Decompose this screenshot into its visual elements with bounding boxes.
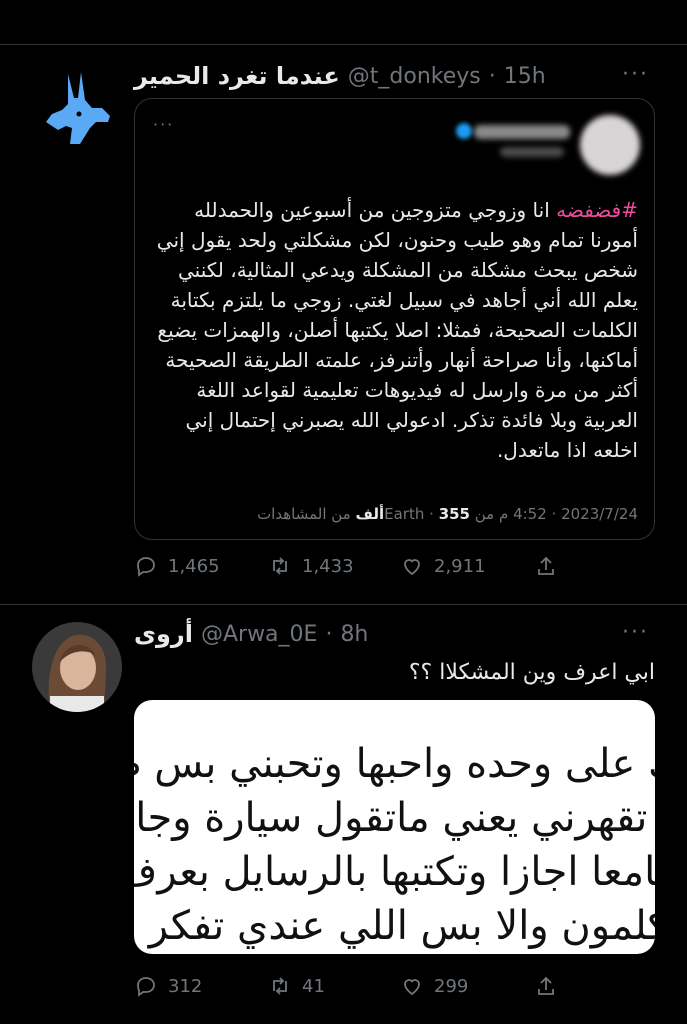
quote-more-icon[interactable]: ··· xyxy=(153,115,174,134)
tweet-text: ابي اعرف وين المشكلاا ؟؟ xyxy=(408,660,655,685)
reply-icon xyxy=(137,977,155,997)
blurred-avatar xyxy=(580,115,640,175)
share-button[interactable] xyxy=(534,554,558,578)
retweet-icon xyxy=(273,557,287,575)
more-options-icon[interactable]: ··· xyxy=(622,620,649,645)
retweet-icon xyxy=(273,977,287,995)
hashtag-link[interactable]: #فضفضه xyxy=(556,198,638,222)
tweet-media-image[interactable]: ك على وحده واحبها وتحبني بس ط ه تقهرني ي… xyxy=(134,700,655,954)
media-text-line: ه تقهرني يعني ماتقول سيارة وجامع xyxy=(134,795,655,841)
like-button[interactable]: 2,911 xyxy=(400,554,486,578)
meta-views-label: من المشاهدات xyxy=(257,505,351,523)
retweet-count: 41 xyxy=(302,975,325,997)
media-text-line: جامعا اجازا وتكتبها بالرسايل بعرف ك xyxy=(134,849,655,895)
reply-button[interactable]: 312 xyxy=(134,974,202,998)
reply-count: 312 xyxy=(168,975,203,997)
blurred-name xyxy=(474,125,570,139)
tweet-2-actions: 312 41 299 xyxy=(134,974,574,1004)
share-button[interactable] xyxy=(534,974,558,998)
quoted-tweet-meta: 2023/7/24 · 4:52 م من Earth · 355ألف من … xyxy=(257,505,638,523)
tweet-1-actions: 1,465 1,433 2,911 xyxy=(134,554,574,584)
share-icon xyxy=(538,556,554,575)
quoted-tweet-text: #فضفضه انا وزوجي متزوجين من أسبوعين والح… xyxy=(151,195,638,465)
donkey-icon xyxy=(32,64,122,154)
display-name[interactable]: عندما تغرد الحمير xyxy=(134,62,340,90)
tweet-1-header: عندما تغرد الحمير @t_donkeys · 15h xyxy=(134,58,647,94)
tweet-2[interactable]: أروى @Arwa_0E · 8h ··· ابي اعرف وين المش… xyxy=(0,604,687,1024)
heart-icon xyxy=(404,559,420,576)
retweet-button[interactable]: 41 xyxy=(268,974,325,998)
timestamp[interactable]: 8h xyxy=(340,622,368,647)
display-name[interactable]: أروى xyxy=(134,620,193,648)
share-icon xyxy=(538,976,554,995)
blurred-verified-icon xyxy=(456,123,472,139)
heart-icon xyxy=(404,979,420,996)
quoted-body-text: انا وزوجي متزوجين من أسبوعين والحمدلله أ… xyxy=(156,198,638,462)
more-options-icon[interactable]: ··· xyxy=(622,62,649,87)
handle[interactable]: @Arwa_0E xyxy=(201,622,317,647)
tweet-1[interactable]: عندما تغرد الحمير @t_donkeys · 15h ··· ·… xyxy=(0,44,687,604)
separator-dot: · xyxy=(325,621,333,647)
like-count: 2,911 xyxy=(434,555,486,577)
reply-count: 1,465 xyxy=(168,555,220,577)
meta-time: 4:52 م xyxy=(499,505,547,523)
quoted-tweet-card[interactable]: ··· #فضفضه انا وزوجي متزوجين من أسبوعين … xyxy=(134,98,655,540)
handle[interactable]: @t_donkeys xyxy=(348,64,481,89)
user-avatar[interactable] xyxy=(32,622,122,712)
like-button[interactable]: 299 xyxy=(400,974,468,998)
timestamp[interactable]: 15h xyxy=(504,64,546,89)
tweet-2-header: أروى @Arwa_0E · 8h xyxy=(134,616,647,652)
like-count: 299 xyxy=(434,975,469,997)
profile-photo xyxy=(32,622,122,712)
media-text-line: تكلمون والا بس اللي عندي تفكر هال xyxy=(134,903,655,949)
reply-button[interactable]: 1,465 xyxy=(134,554,220,578)
donkey-avatar[interactable] xyxy=(32,64,122,154)
blurred-handle xyxy=(500,147,564,157)
media-text-line: ك على وحده واحبها وتحبني بس ط xyxy=(134,741,655,787)
retweet-count: 1,433 xyxy=(302,555,354,577)
retweet-button[interactable]: 1,433 xyxy=(268,554,354,578)
meta-date: 2023/7/24 xyxy=(561,505,638,523)
separator-dot: · xyxy=(488,63,496,89)
reply-icon xyxy=(137,557,155,577)
